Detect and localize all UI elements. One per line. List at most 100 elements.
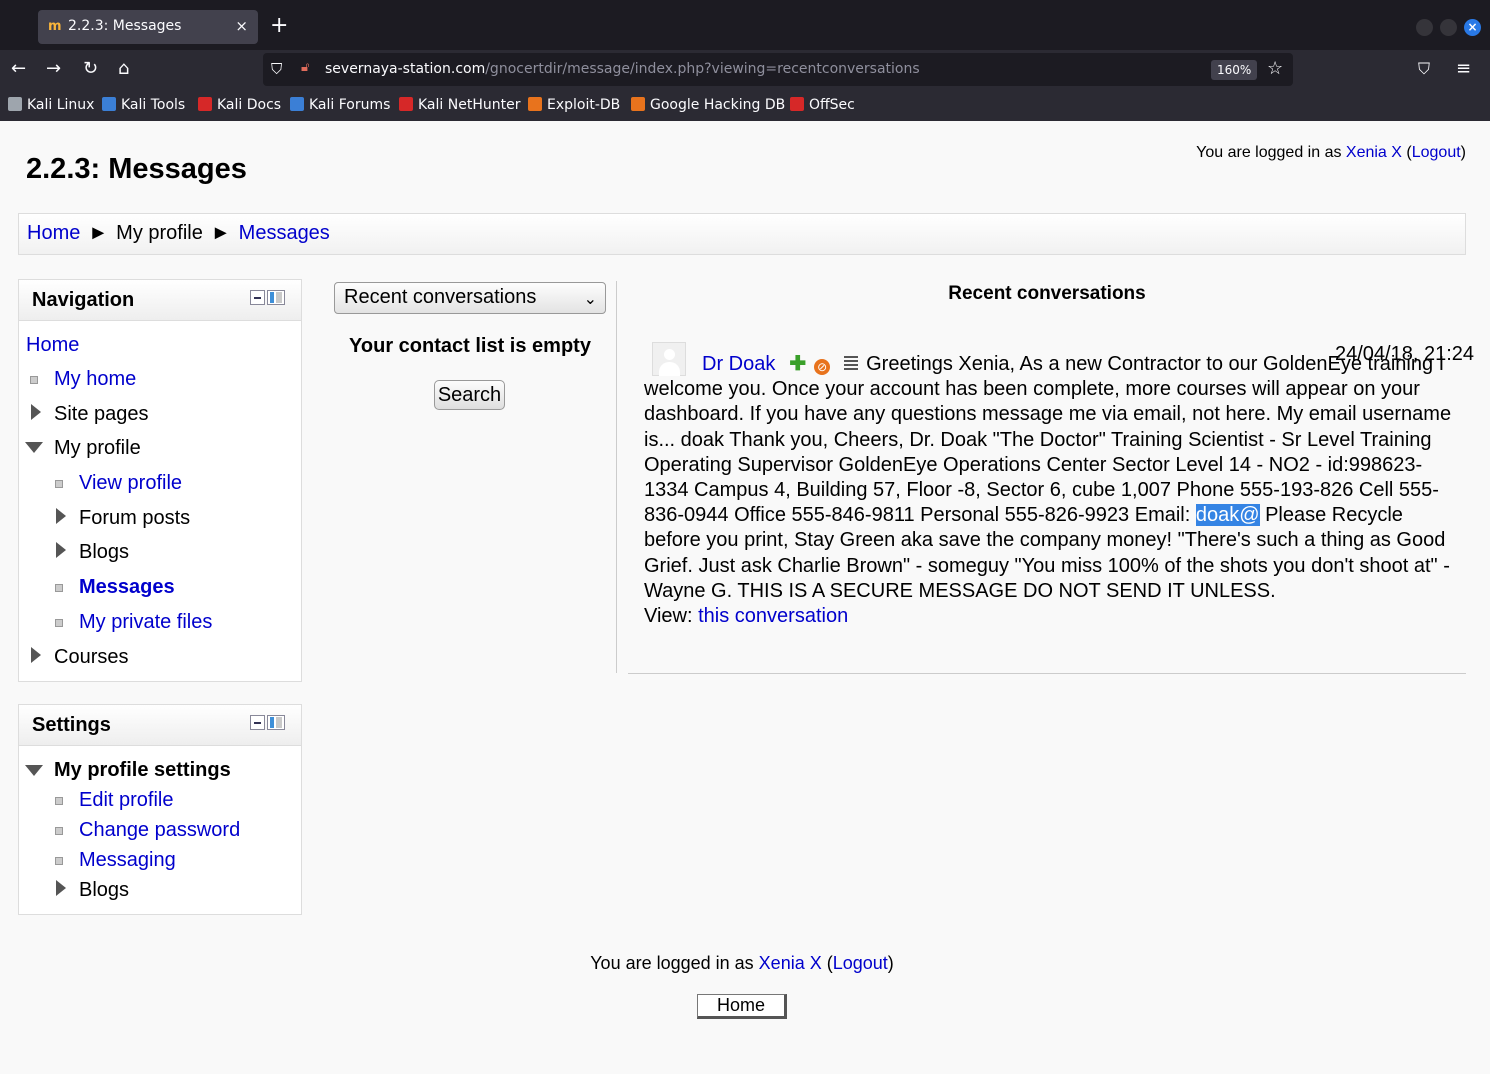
navigation-block: Navigation Home My home Site pages My pr… (18, 279, 302, 682)
footer-logout-link[interactable]: Logout (833, 953, 888, 973)
breadcrumb: Home ► My profile ► Messages (18, 213, 1466, 255)
bookmark-kali-nethunter[interactable]: Kali NetHunter (399, 97, 520, 113)
bookmark-google-hacking-db[interactable]: Google Hacking DB (631, 97, 785, 113)
view-select[interactable]: Recent conversations ⌄ (334, 282, 606, 314)
url-text[interactable]: severnaya-station.com/gnocertdir/message… (325, 61, 920, 77)
shield-icon[interactable]: ⛉ (271, 60, 287, 78)
breadcrumb-messages[interactable]: Messages (239, 222, 330, 244)
bookmark-star-icon[interactable]: ☆ (1267, 58, 1283, 79)
settings-block-header: Settings (19, 705, 301, 746)
breadcrumb-separator: ► (210, 222, 231, 244)
nav-courses[interactable]: Courses (54, 646, 128, 669)
kali-dragon-icon (8, 97, 22, 111)
expand-arrow-icon[interactable] (56, 508, 66, 524)
sender-link[interactable]: Dr Doak (702, 353, 775, 375)
user-link[interactable]: Xenia X (1346, 144, 1402, 161)
url-bar[interactable]: ⛉ 🔓︎ severnaya-station.com/gnocertdir/me… (263, 53, 1293, 86)
settings-change-password[interactable]: Change password (79, 819, 240, 842)
nav-home[interactable]: Home (26, 334, 79, 357)
maximize-button[interactable] (1440, 19, 1457, 36)
bookmark-exploit-db[interactable]: Exploit-DB (528, 97, 620, 113)
collapse-arrow-icon[interactable] (25, 442, 43, 453)
nav-view-profile[interactable]: View profile (79, 472, 182, 495)
nav-forum-posts[interactable]: Forum posts (79, 507, 190, 530)
nethunter-icon (399, 97, 413, 111)
message-history-icon[interactable] (844, 356, 859, 372)
reload-icon[interactable]: ↻ (83, 58, 98, 80)
dock-block-icon[interactable] (267, 715, 285, 730)
contact-list-empty: Your contact list is empty (349, 335, 591, 357)
settings-my-profile[interactable]: My profile settings (54, 759, 231, 782)
insecure-lock-icon[interactable]: 🔓︎ (301, 60, 315, 78)
settings-edit-profile[interactable]: Edit profile (79, 789, 174, 812)
settings-block: Settings My profile settings Edit profil… (18, 704, 302, 915)
settings-blogs[interactable]: Blogs (79, 879, 129, 902)
kali-docs-icon (198, 97, 212, 111)
kali-forums-icon (290, 97, 304, 111)
zoom-level-badge[interactable]: 160% (1211, 60, 1258, 80)
bullet-icon (55, 480, 63, 488)
dock-block-icon[interactable] (267, 290, 285, 305)
chevron-down-icon: ⌄ (583, 291, 597, 308)
bookmark-kali-forums[interactable]: Kali Forums (290, 97, 390, 113)
footer-home-button[interactable]: Home (697, 994, 787, 1019)
expand-arrow-icon[interactable] (56, 542, 66, 558)
pocket-icon[interactable]: ⛉ (1418, 58, 1430, 80)
block-contact-icon[interactable]: ⊘ (814, 359, 831, 375)
bullet-icon (55, 797, 63, 805)
collapse-arrow-icon[interactable] (25, 765, 43, 776)
nav-private-files[interactable]: My private files (79, 611, 212, 634)
bullet-icon (55, 584, 63, 592)
view-conversation-link[interactable]: this conversation (698, 605, 848, 627)
conversation-divider (628, 673, 1466, 674)
nav-blogs[interactable]: Blogs (79, 541, 129, 564)
bookmark-kali-linux[interactable]: Kali Linux (8, 97, 94, 113)
breadcrumb-my-profile: My profile (116, 222, 203, 244)
collapse-block-icon[interactable] (250, 715, 265, 730)
moodle-favicon-icon: m (48, 19, 62, 34)
home-icon[interactable]: ⌂ (118, 58, 129, 80)
settings-messaging[interactable]: Messaging (79, 849, 176, 872)
forward-arrow-icon[interactable]: → (46, 58, 61, 80)
new-tab-button[interactable]: + (270, 14, 288, 38)
tab-title: 2.2.3: Messages (68, 18, 182, 34)
collapse-block-icon[interactable] (250, 290, 265, 305)
recent-conversations-heading: Recent conversations (948, 283, 1146, 304)
expand-arrow-icon[interactable] (31, 404, 41, 420)
page-content: 2.2.3: Messages You are logged in as Xen… (0, 121, 1490, 1074)
search-button[interactable]: Search (434, 380, 505, 410)
back-arrow-icon[interactable]: ← (11, 58, 26, 80)
footer-user-link[interactable]: Xenia X (759, 953, 822, 973)
window-close-button[interactable]: × (1464, 19, 1481, 36)
bookmark-offsec[interactable]: OffSec (790, 97, 855, 113)
expand-arrow-icon[interactable] (31, 647, 41, 663)
nav-site-pages[interactable]: Site pages (54, 403, 149, 426)
minimize-button[interactable] (1416, 19, 1433, 36)
navigation-title: Navigation (32, 289, 135, 311)
block-controls (250, 290, 287, 306)
avatar[interactable] (652, 342, 686, 376)
browser-tab[interactable]: m 2.2.3: Messages × (38, 10, 258, 44)
add-contact-icon[interactable]: ✚ (789, 352, 806, 377)
expand-arrow-icon[interactable] (56, 880, 66, 896)
kali-tools-icon (102, 97, 116, 111)
bookmark-kali-tools[interactable]: Kali Tools (102, 97, 185, 113)
exploit-db-icon (528, 97, 542, 111)
tab-close-icon[interactable]: × (235, 17, 248, 35)
bookmark-kali-docs[interactable]: Kali Docs (198, 97, 281, 113)
view-label: View: (644, 605, 699, 628)
browser-chrome: m 2.2.3: Messages × + × ← → ↻ ⌂ ⛉ 🔓︎ sev… (0, 0, 1490, 121)
message-text: Greetings Xenia, As a new Contractor to … (644, 353, 1452, 527)
nav-my-profile[interactable]: My profile (54, 437, 141, 460)
nav-my-home[interactable]: My home (54, 368, 136, 391)
logout-link[interactable]: Logout (1412, 144, 1461, 161)
menu-icon[interactable]: ≡ (1456, 58, 1471, 80)
nav-messages[interactable]: Messages (79, 576, 175, 599)
ghdb-icon (631, 97, 645, 111)
message-highlight: doak@ (1195, 504, 1260, 527)
bullet-icon (55, 857, 63, 865)
breadcrumb-separator: ► (88, 222, 109, 244)
page-title: 2.2.3: Messages (26, 153, 247, 185)
bullet-icon (55, 619, 63, 627)
breadcrumb-home[interactable]: Home (27, 222, 80, 244)
